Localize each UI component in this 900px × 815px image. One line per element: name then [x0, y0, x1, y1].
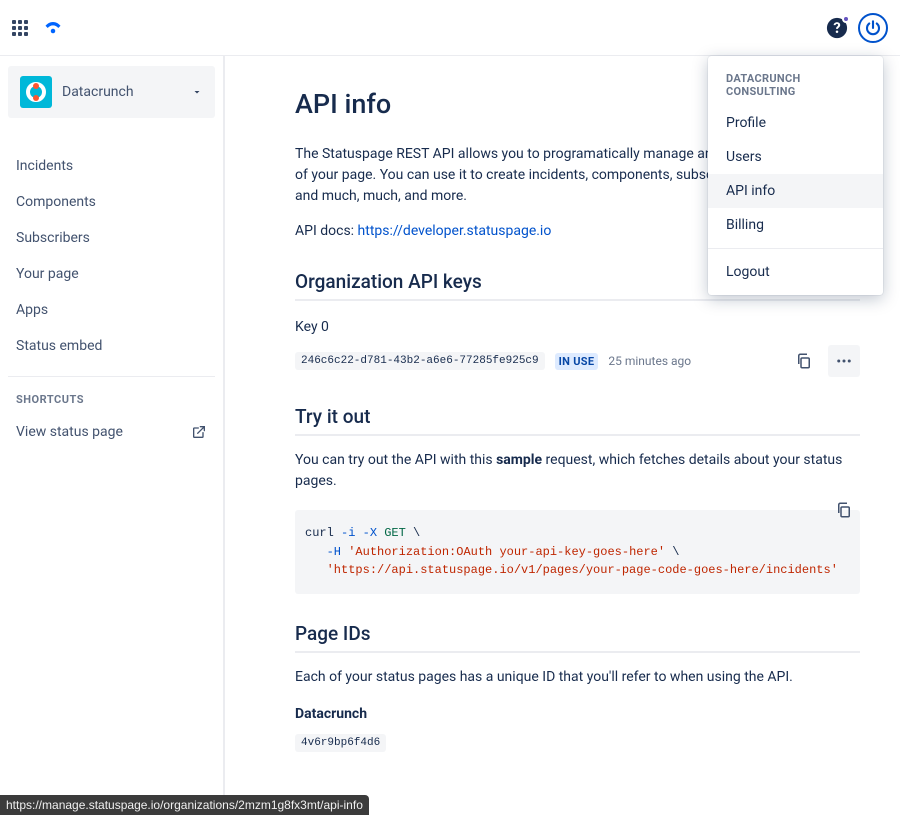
status-badge: IN USE: [555, 353, 599, 370]
code-sample: curl -i -X GET \ -H 'Authorization:OAuth…: [295, 510, 860, 594]
divider: [8, 376, 215, 377]
shortcuts-heading: SHORTCUTS: [8, 393, 215, 418]
page-id-value: 4v6r9bp6f4d6: [295, 734, 386, 752]
key-label: Key 0: [295, 319, 860, 335]
more-icon: [835, 352, 853, 370]
more-actions-button[interactable]: [828, 345, 860, 377]
copy-icon: [835, 501, 853, 519]
topbar-left: [12, 19, 62, 37]
topbar: [0, 0, 900, 56]
dropdown-users[interactable]: Users: [708, 140, 883, 174]
shortcut-label: View status page: [16, 424, 123, 440]
sidebar-item-your-page[interactable]: Your page: [8, 256, 215, 292]
browser-status-url: https://manage.statuspage.io/organizatio…: [0, 795, 369, 815]
copy-key-button[interactable]: [788, 345, 820, 377]
sidebar-item-incidents[interactable]: Incidents: [8, 148, 215, 184]
code-sample-wrapper: curl -i -X GET \ -H 'Authorization:OAuth…: [295, 510, 860, 594]
external-link-icon: [191, 424, 207, 440]
page-name: Datacrunch: [62, 84, 181, 100]
page-logo-icon: [20, 76, 52, 108]
page-selector[interactable]: Datacrunch: [8, 66, 215, 118]
user-dropdown: DATACRUNCH CONSULTING Profile Users API …: [708, 56, 883, 295]
api-key-block: Key 0 246c6c22-d781-43b2-a6e6-77285fe925…: [295, 319, 860, 377]
avatar-power-icon: [864, 19, 882, 37]
sidebar-item-status-embed[interactable]: Status embed: [8, 328, 215, 364]
notification-dot-icon: [842, 15, 850, 23]
dropdown-logout[interactable]: Logout: [708, 255, 883, 289]
section-try-it-out: Try it out: [295, 405, 860, 436]
sidebar-item-components[interactable]: Components: [8, 184, 215, 220]
sidebar-item-apps[interactable]: Apps: [8, 292, 215, 328]
divider: [708, 248, 883, 249]
copy-icon: [795, 352, 813, 370]
page-ids-text: Each of your status pages has a unique I…: [295, 667, 860, 688]
avatar-button[interactable]: [858, 13, 888, 43]
statuspage-logo-icon[interactable]: [44, 19, 62, 37]
api-key-value: 246c6c22-d781-43b2-a6e6-77285fe925c9: [295, 352, 545, 370]
copy-code-button[interactable]: [828, 494, 860, 526]
page-id-name: Datacrunch: [295, 706, 860, 722]
dropdown-billing[interactable]: Billing: [708, 208, 883, 242]
topbar-right: [826, 13, 888, 43]
dropdown-api-info[interactable]: API info: [708, 174, 883, 208]
key-row: 246c6c22-d781-43b2-a6e6-77285fe925c9 IN …: [295, 345, 860, 377]
chevron-down-icon: [191, 83, 203, 102]
docs-label: API docs:: [295, 223, 358, 239]
try-text: You can try out the API with this sample…: [295, 450, 860, 492]
app-switcher-icon[interactable]: [12, 20, 28, 36]
sidebar: Datacrunch Incidents Components Subscrib…: [0, 56, 225, 815]
dropdown-header: DATACRUNCH CONSULTING: [708, 62, 883, 106]
docs-link[interactable]: https://developer.statuspage.io: [358, 223, 552, 239]
help-button[interactable]: [826, 17, 848, 39]
shortcut-view-status-page[interactable]: View status page: [8, 418, 215, 446]
key-timestamp: 25 minutes ago: [608, 354, 691, 368]
page-id-block: Datacrunch 4v6r9bp6f4d6: [295, 706, 860, 749]
section-page-ids: Page IDs: [295, 622, 860, 653]
dropdown-profile[interactable]: Profile: [708, 106, 883, 140]
sidebar-item-subscribers[interactable]: Subscribers: [8, 220, 215, 256]
